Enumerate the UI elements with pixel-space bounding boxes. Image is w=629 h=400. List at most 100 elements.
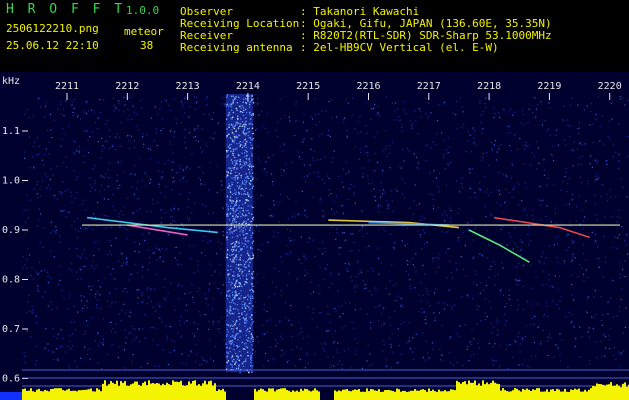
power-bar (446, 391, 448, 400)
noise-band-speckle (241, 271, 244, 273)
noise-speckle (147, 269, 149, 271)
power-bar (40, 391, 42, 400)
power-bar (412, 390, 414, 400)
noise-speckle (597, 246, 599, 248)
noise-speckle (499, 117, 501, 119)
noise-speckle (548, 245, 551, 247)
noise-speckle (359, 230, 361, 232)
noise-speckle (538, 199, 540, 201)
noise-speckle (135, 337, 137, 340)
noise-speckle (374, 103, 376, 105)
noise-speckle (63, 161, 65, 164)
noise-speckle (607, 136, 609, 138)
noise-band-speckle (234, 156, 236, 159)
noise-speckle (26, 209, 28, 211)
power-bar (586, 391, 588, 400)
noise-speckle (135, 125, 137, 127)
noise-speckle (467, 228, 469, 230)
noise-speckle (85, 330, 87, 332)
noise-band-speckle (236, 294, 239, 297)
noise-band-speckle (238, 225, 241, 228)
noise-speckle (195, 361, 197, 363)
noise-speckle (497, 321, 499, 323)
noise-band-speckle (240, 290, 242, 292)
noise-speckle (191, 351, 193, 353)
noise-band-speckle (228, 340, 230, 343)
noise-speckle (571, 294, 574, 296)
noise-speckle (258, 114, 260, 116)
noise-speckle (261, 244, 263, 246)
noise-speckle (100, 175, 102, 177)
noise-band-speckle (231, 141, 234, 143)
noise-speckle (28, 294, 30, 297)
noise-speckle (576, 148, 579, 150)
noise-band-speckle (248, 177, 250, 180)
noise-band-speckle (239, 282, 241, 285)
noise-speckle (531, 152, 533, 154)
noise-speckle (110, 226, 112, 229)
noise-speckle (126, 258, 128, 261)
noise-speckle (521, 340, 524, 342)
noise-speckle (486, 230, 488, 232)
noise-speckle (492, 360, 494, 362)
noise-speckle (88, 285, 90, 288)
noise-band-speckle (252, 206, 254, 209)
noise-speckle (488, 268, 490, 270)
noise-speckle (206, 96, 209, 98)
noise-speckle (554, 212, 556, 215)
noise-band-speckle (233, 242, 235, 244)
power-bar (470, 382, 472, 400)
noise-speckle (45, 101, 48, 103)
noise-speckle (118, 260, 120, 262)
noise-speckle (378, 114, 381, 116)
noise-speckle (152, 326, 154, 328)
noise-speckle (413, 200, 415, 202)
noise-speckle (472, 167, 474, 170)
noise-band-speckle (245, 101, 247, 104)
noise-speckle (377, 112, 379, 114)
noise-speckle (347, 262, 350, 264)
noise-speckle (444, 220, 446, 222)
noise-speckle (478, 182, 481, 184)
noise-speckle (406, 342, 408, 344)
noise-band-speckle (231, 254, 233, 256)
noise-speckle (149, 257, 151, 259)
noise-band-speckle (246, 260, 248, 263)
noise-speckle (594, 233, 596, 235)
noise-speckle (85, 320, 88, 322)
power-bar (138, 384, 140, 400)
noise-speckle (422, 264, 424, 267)
noise-speckle (499, 204, 502, 206)
noise-band-speckle (234, 283, 236, 285)
noise-speckle (72, 111, 74, 114)
noise-speckle (82, 155, 85, 157)
noise-speckle (149, 148, 152, 151)
noise-speckle (472, 257, 474, 259)
noise-speckle (169, 130, 171, 132)
noise-speckle (366, 132, 368, 134)
noise-speckle (528, 108, 530, 110)
noise-speckle (591, 231, 593, 233)
noise-band-speckle (237, 182, 239, 184)
noise-band-speckle (235, 221, 237, 223)
noise-speckle (380, 196, 382, 198)
noise-speckle (443, 211, 446, 213)
noise-band-speckle (226, 203, 228, 206)
noise-speckle (307, 362, 309, 364)
noise-speckle (303, 113, 305, 115)
noise-band-speckle (245, 358, 247, 360)
noise-band-speckle (241, 307, 244, 309)
noise-speckle (298, 333, 300, 335)
noise-speckle (142, 233, 144, 235)
noise-speckle (318, 285, 320, 287)
noise-speckle (618, 167, 620, 170)
noise-speckle (572, 149, 574, 151)
power-bar (88, 389, 90, 400)
noise-speckle (255, 128, 258, 130)
noise-speckle (595, 341, 597, 343)
noise-speckle (385, 145, 387, 148)
noise-speckle (333, 213, 336, 215)
noise-speckle (62, 128, 64, 130)
noise-speckle (416, 167, 418, 169)
noise-speckle (343, 121, 345, 123)
